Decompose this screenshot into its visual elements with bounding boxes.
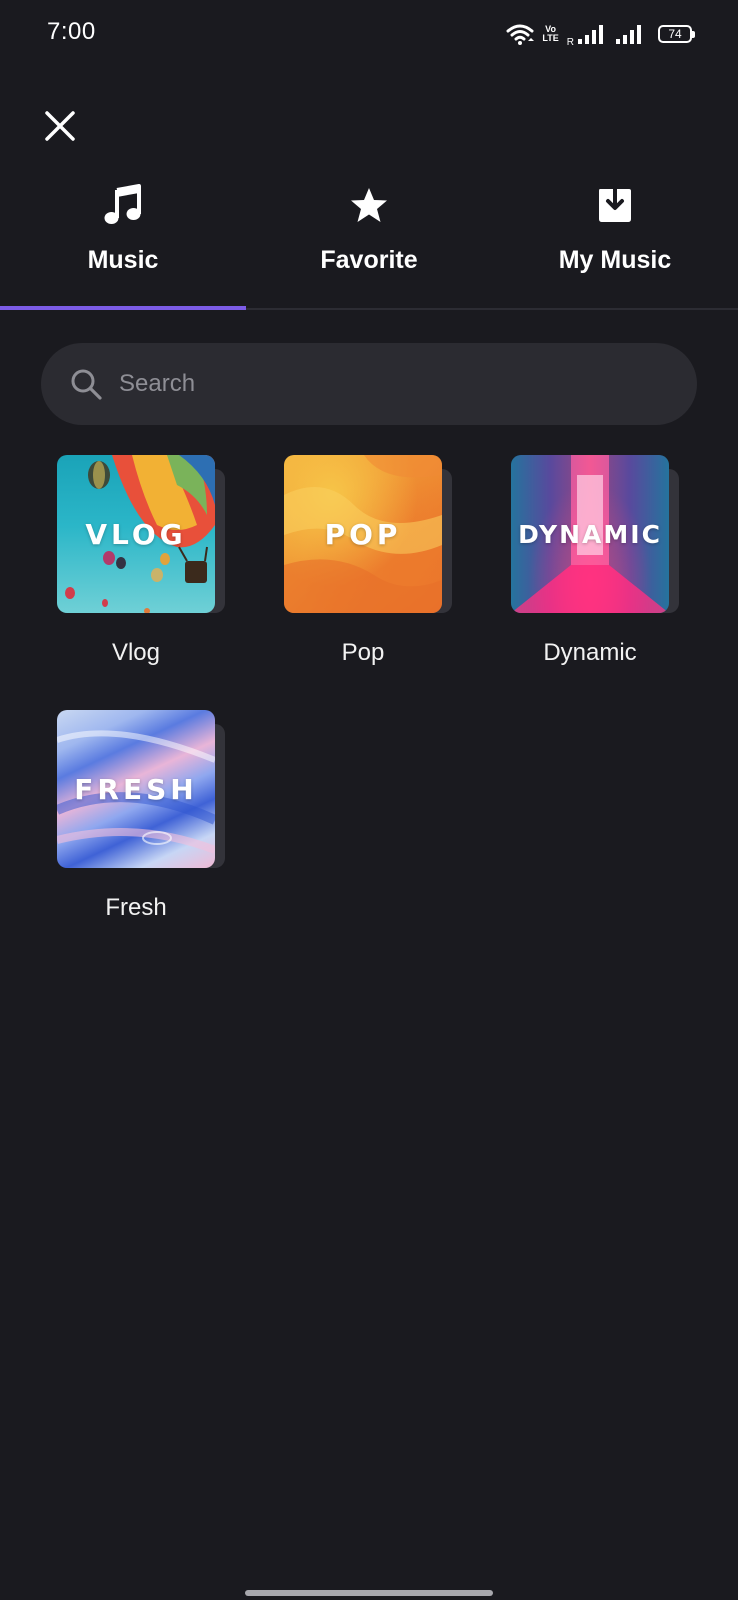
close-icon bbox=[45, 111, 75, 141]
category-dynamic-cover: DYNAMIC bbox=[511, 455, 681, 613]
star-icon bbox=[351, 188, 387, 222]
dynamic-cover-image: DYNAMIC bbox=[511, 455, 669, 613]
pop-cover-text: POP bbox=[324, 517, 402, 551]
category-dynamic[interactable]: DYNAMIC Dynamic bbox=[511, 455, 681, 667]
status-icons: Vo LTE R 74 bbox=[506, 20, 695, 48]
category-pop[interactable]: POP Pop bbox=[284, 455, 454, 667]
category-vlog-label: Vlog bbox=[111, 639, 161, 666]
home-indicator[interactable] bbox=[245, 1590, 493, 1596]
tab-favorite-label: Favorite bbox=[320, 246, 418, 274]
signal-icon-sim1 bbox=[578, 25, 603, 44]
category-fresh-cover: FRESH bbox=[57, 710, 227, 868]
category-fresh-label: Fresh bbox=[105, 894, 167, 921]
category-vlog[interactable]: VLOG Vlog bbox=[57, 455, 227, 667]
wifi-icon bbox=[506, 24, 535, 45]
pop-cover-image: POP bbox=[284, 455, 442, 613]
status-time: 7:00 bbox=[47, 18, 96, 45]
tab-music[interactable]: Music bbox=[0, 170, 246, 310]
signal-icon-sim2 bbox=[616, 25, 641, 44]
tab-bar: Music Favorite My Music bbox=[0, 170, 738, 310]
fresh-cover-text: FRESH bbox=[74, 772, 198, 806]
close-button[interactable] bbox=[40, 106, 80, 146]
category-pop-label: Pop bbox=[341, 639, 385, 666]
volte-icon: Vo LTE bbox=[542, 25, 558, 43]
category-vlog-cover: VLOG bbox=[57, 455, 227, 613]
category-fresh[interactable]: FRESH Fresh bbox=[57, 710, 227, 922]
category-dynamic-label: Dynamic bbox=[543, 639, 637, 666]
vlog-cover-image: VLOG bbox=[57, 455, 215, 613]
tab-music-icon-wrap bbox=[103, 182, 143, 228]
tab-my-music-icon-wrap bbox=[597, 182, 633, 228]
search-input[interactable] bbox=[117, 369, 641, 399]
music-note-icon bbox=[104, 184, 141, 224]
battery-icon: 74 bbox=[658, 25, 695, 43]
tab-my-music[interactable]: My Music bbox=[492, 170, 738, 308]
tab-favorite-icon-wrap bbox=[349, 182, 389, 228]
roaming-indicator: R bbox=[566, 37, 574, 48]
fresh-cover-image: FRESH bbox=[57, 710, 215, 868]
status-bar: 7:00 Vo LTE R 74 bbox=[0, 0, 738, 66]
download-icon bbox=[599, 185, 631, 222]
tab-music-label: Music bbox=[87, 246, 159, 274]
volte-bottom: LTE bbox=[542, 33, 559, 43]
search-bar[interactable] bbox=[41, 343, 697, 425]
category-pop-cover: POP bbox=[284, 455, 454, 613]
vlog-cover-text: VLOG bbox=[85, 517, 187, 551]
search-icon bbox=[71, 369, 102, 400]
tab-my-music-label: My Music bbox=[558, 246, 672, 274]
tab-favorite[interactable]: Favorite bbox=[246, 170, 492, 308]
dynamic-cover-text: DYNAMIC bbox=[518, 519, 662, 549]
